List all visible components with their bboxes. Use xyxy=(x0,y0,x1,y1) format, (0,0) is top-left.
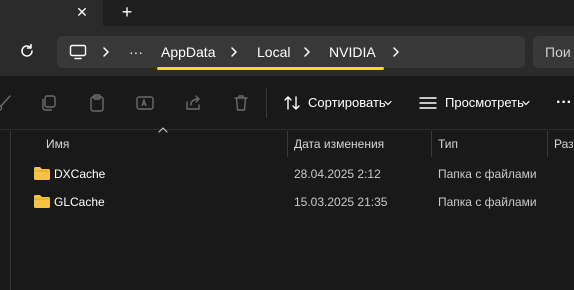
address-bar[interactable]: ··· AppData Local NVIDIA xyxy=(57,36,525,70)
column-header-date[interactable]: Дата изменения xyxy=(288,131,431,157)
paste-icon[interactable] xyxy=(87,93,107,113)
breadcrumb-local[interactable]: Local xyxy=(257,36,290,68)
column-headers: Имя Дата изменения Тип Раз xyxy=(0,131,574,157)
command-bar: Сортировать Просмотреть ··· xyxy=(0,76,574,130)
breadcrumb-appdata[interactable]: AppData xyxy=(161,36,215,68)
file-date: 28.04.2025 2:12 xyxy=(294,167,381,181)
toolbar-separator xyxy=(266,88,267,118)
cut-icon[interactable] xyxy=(0,93,14,113)
chevron-down-icon xyxy=(522,100,530,106)
view-button[interactable]: Просмотреть xyxy=(419,90,531,116)
folder-icon xyxy=(34,167,50,180)
address-row: ··· AppData Local NVIDIA Пои xyxy=(0,26,574,76)
view-icon xyxy=(419,97,437,109)
tab-strip: ✕ + xyxy=(0,0,574,26)
path-overflow-button[interactable]: ··· xyxy=(129,36,143,68)
sort-label: Сортировать xyxy=(308,95,386,110)
copy-icon[interactable] xyxy=(39,93,59,113)
column-header-name[interactable]: Имя xyxy=(40,131,287,157)
active-tab[interactable]: ✕ xyxy=(0,0,103,26)
file-date: 15.03.2025 21:35 xyxy=(294,195,388,209)
view-label: Просмотреть xyxy=(445,95,524,110)
path-highlight-underline xyxy=(157,67,384,70)
delete-icon[interactable] xyxy=(231,93,251,113)
column-header-size[interactable]: Раз xyxy=(548,131,574,157)
chevron-down-icon xyxy=(384,100,392,106)
file-row[interactable]: DXCache 28.04.2025 2:12 Папка с файлами xyxy=(11,160,574,188)
chevron-right-icon[interactable] xyxy=(228,45,240,59)
sort-button[interactable]: Сортировать xyxy=(283,90,395,116)
share-icon[interactable] xyxy=(183,93,203,113)
file-name: DXCache xyxy=(54,167,106,181)
chevron-right-icon[interactable] xyxy=(301,45,313,59)
search-input[interactable]: Пои xyxy=(533,36,574,68)
computer-icon[interactable] xyxy=(69,44,87,60)
sort-ascending-icon xyxy=(158,127,168,133)
folder-icon xyxy=(34,195,50,208)
refresh-icon[interactable] xyxy=(17,41,37,61)
breadcrumb-nvidia[interactable]: NVIDIA xyxy=(329,36,376,68)
close-tab-icon[interactable]: ✕ xyxy=(73,3,91,21)
file-type: Папка с файлами xyxy=(438,167,537,181)
new-tab-button[interactable]: + xyxy=(117,2,137,22)
column-header-type[interactable]: Тип xyxy=(432,131,547,157)
rename-icon[interactable] xyxy=(135,93,155,113)
sort-icon xyxy=(284,96,300,110)
file-row[interactable]: GLCache 15.03.2025 21:35 Папка с файлами xyxy=(11,188,574,216)
more-options-button[interactable]: ··· xyxy=(556,90,574,116)
chevron-right-icon[interactable] xyxy=(100,45,112,59)
file-type: Папка с файлами xyxy=(438,195,537,209)
file-name: GLCache xyxy=(54,195,105,209)
chevron-right-icon[interactable] xyxy=(390,45,402,59)
